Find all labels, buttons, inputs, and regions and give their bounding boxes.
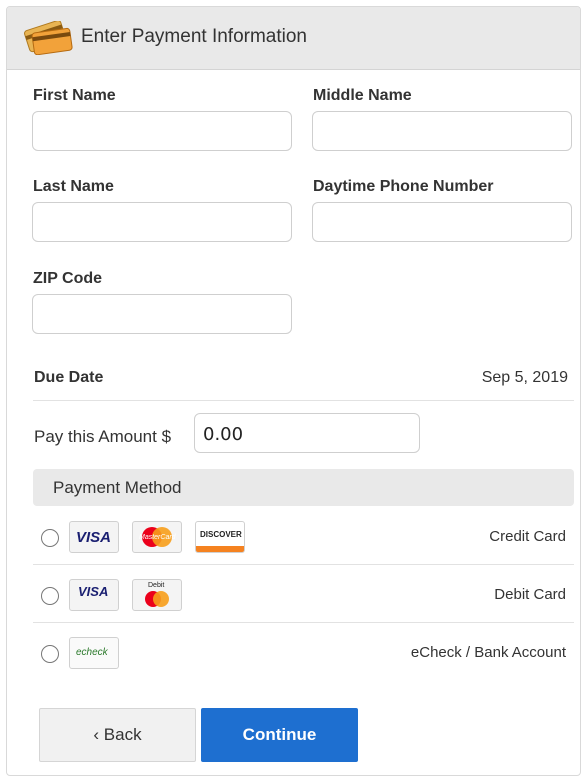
last-name-field[interactable] xyxy=(32,202,292,242)
middle-name-field[interactable] xyxy=(312,111,572,151)
payment-option-debit[interactable]: VISA Debit Debit Card xyxy=(33,565,574,623)
credit-card-label: Credit Card xyxy=(489,528,566,545)
first-name-field[interactable] xyxy=(32,111,292,151)
middle-name-label: Middle Name xyxy=(313,87,412,104)
mastercard-icon: MasterCard xyxy=(132,521,182,553)
credit-cards-icon xyxy=(24,21,73,55)
first-name-label: First Name xyxy=(33,87,116,104)
zip-label: ZIP Code xyxy=(33,270,103,287)
amount-label: Pay this Amount $ xyxy=(34,427,172,446)
zip-field[interactable] xyxy=(32,294,292,334)
continue-button[interactable]: Continue xyxy=(201,708,358,762)
debit-card-label: Debit Card xyxy=(494,586,566,603)
phone-label: Daytime Phone Number xyxy=(313,178,494,195)
payment-method-title: Payment Method xyxy=(53,478,182,497)
divider xyxy=(33,400,574,401)
visa-debit-card-icon: VISA xyxy=(69,579,119,611)
phone-field[interactable] xyxy=(312,202,572,242)
due-date-label: Due Date xyxy=(34,369,104,386)
payment-option-echeck[interactable]: echeck eCheck / Bank Account xyxy=(33,623,574,681)
echeck-icon: echeck xyxy=(69,637,119,669)
amount-input[interactable]: 0.00 xyxy=(194,413,420,453)
page-title: Enter Payment Information xyxy=(81,26,307,47)
visa-card-icon: VISA xyxy=(69,521,119,553)
panel-header: Enter Payment Information xyxy=(7,7,580,70)
echeck-label: eCheck / Bank Account xyxy=(410,644,566,661)
mastercard-debit-icon: Debit xyxy=(132,579,182,611)
payment-panel: Enter Payment Information First Name Mid… xyxy=(6,6,581,776)
debit-card-radio[interactable] xyxy=(41,587,59,605)
echeck-radio[interactable] xyxy=(41,645,59,663)
discover-card-icon: DISCOVER xyxy=(195,521,245,553)
payment-method-header: Payment Method xyxy=(33,469,574,506)
last-name-label: Last Name xyxy=(33,178,114,195)
payment-option-credit[interactable]: VISA MasterCard DISCOVER Credit Card xyxy=(33,507,574,565)
back-button[interactable]: ‹ Back xyxy=(39,708,196,762)
due-date-value: Sep 5, 2019 xyxy=(481,369,568,386)
credit-card-radio[interactable] xyxy=(41,529,59,547)
